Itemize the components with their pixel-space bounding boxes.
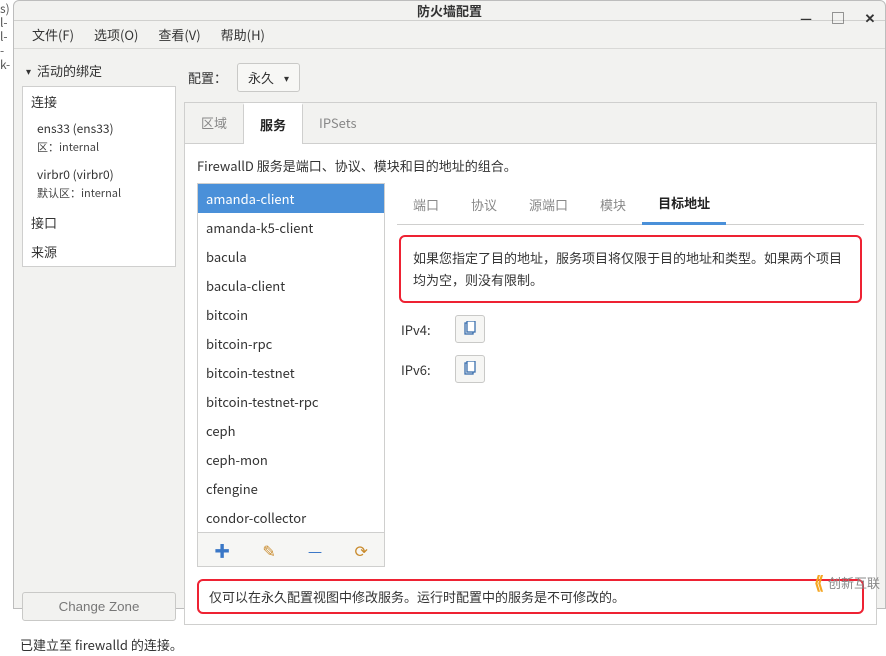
subtab-ports[interactable]: 端口 <box>397 187 455 224</box>
menu-view[interactable]: 查看(V) <box>150 21 208 48</box>
tab-zones[interactable]: 区域 <box>185 103 243 143</box>
ipv4-label: IPv4: <box>401 320 445 339</box>
list-item[interactable]: bitcoin-testnet <box>198 358 384 387</box>
tab-services[interactable]: 服务 <box>243 103 303 144</box>
sidebar-section-connections[interactable]: 连接 <box>23 87 175 116</box>
close-button[interactable]: ✕ <box>861 8 879 26</box>
watermark: ⟪ 创新互联 <box>814 569 880 595</box>
list-item[interactable]: bacula <box>198 242 384 271</box>
list-item[interactable]: cfengine <box>198 474 384 503</box>
subtab-destination[interactable]: 目标地址 <box>642 185 726 225</box>
menu-file[interactable]: 文件(F) <box>24 21 82 48</box>
destination-help-text: 如果您指定了目的地址，服务项目将仅限于目的地址和类型。如果两个项目均为空，则没有… <box>399 235 862 303</box>
chevron-down-icon: ▾ <box>26 63 31 78</box>
sidebar-heading[interactable]: ▾ 活动的绑定 <box>22 57 176 86</box>
menu-help[interactable]: 帮助(H) <box>213 21 273 48</box>
firewall-config-window: 防火墙配置 — ▢ ✕ 文件(F) 选项(O) 查看(V) 帮助(H) ▾ 活动… <box>13 0 886 609</box>
ipv6-label: IPv6: <box>401 360 445 379</box>
remove-service-button[interactable]: — <box>302 536 328 564</box>
status-bar: 已建立至 firewalld 的连接。 <box>14 629 885 656</box>
titlebar: 防火墙配置 — ▢ ✕ <box>14 1 885 21</box>
chevron-down-icon: ▾ <box>284 70 289 85</box>
list-item[interactable]: amanda-client <box>198 184 384 213</box>
services-description: FirewallD 服务是端口、协议、模块和目的地址的组合。 <box>185 144 876 183</box>
sidebar-section-interfaces[interactable]: 接口 <box>23 208 175 237</box>
list-item[interactable]: ceph <box>198 416 384 445</box>
list-item[interactable]: bitcoin-testnet-rpc <box>198 387 384 416</box>
logo-icon: ⟪ <box>814 569 824 595</box>
add-service-button[interactable]: ✚ <box>208 536 236 564</box>
list-item[interactable]: ceph-mon <box>198 445 384 474</box>
maximize-button[interactable]: ▢ <box>829 8 847 26</box>
subtab-modules[interactable]: 模块 <box>584 187 642 224</box>
menu-options[interactable]: 选项(O) <box>86 21 146 48</box>
window-title: 防火墙配置 <box>417 1 482 20</box>
list-item[interactable]: bacula-client <box>198 271 384 300</box>
document-icon <box>462 321 478 337</box>
sidebar-host-ens33[interactable]: ens33 (ens33) 区：internal <box>23 116 175 162</box>
list-item[interactable]: bitcoin-rpc <box>198 329 384 358</box>
config-mode-select[interactable]: 永久 ▾ <box>237 63 300 92</box>
change-zone-button[interactable]: Change Zone <box>22 592 176 621</box>
category-tabs: 区域 服务 IPSets <box>185 103 876 144</box>
subtab-protocols[interactable]: 协议 <box>455 187 513 224</box>
list-item[interactable]: bitcoin <box>198 300 384 329</box>
config-label: 配置： <box>188 68 227 87</box>
main-panel: 配置： 永久 ▾ 区域 服务 IPSets FirewallD 服务是端口、协议… <box>176 49 885 629</box>
reload-service-button[interactable]: ⟳ <box>348 536 373 564</box>
terminal-gutter: s) l- l- - k- <box>0 0 12 609</box>
edit-service-button[interactable]: ✎ <box>256 536 281 564</box>
list-item[interactable]: condor-collector <box>198 503 384 532</box>
list-item[interactable]: amanda-k5-client <box>198 213 384 242</box>
sidebar-host-virbr0[interactable]: virbr0 (virbr0) 默认区：internal <box>23 162 175 208</box>
menubar: 文件(F) 选项(O) 查看(V) 帮助(H) <box>14 21 885 49</box>
subtab-source-ports[interactable]: 源端口 <box>513 187 584 224</box>
service-subtabs: 端口 协议 源端口 模块 目标地址 <box>397 185 864 225</box>
tab-ipsets[interactable]: IPSets <box>303 103 373 143</box>
minimize-button[interactable]: — <box>797 8 815 26</box>
ipv6-edit-button[interactable] <box>455 355 485 383</box>
ipv4-edit-button[interactable] <box>455 315 485 343</box>
document-icon <box>462 361 478 377</box>
sidebar: ▾ 活动的绑定 连接 ens33 (ens33) 区：internal virb… <box>14 49 176 629</box>
services-list[interactable]: amanda-client amanda-k5-client bacula ba… <box>197 183 385 533</box>
sidebar-section-sources[interactable]: 来源 <box>23 237 175 266</box>
